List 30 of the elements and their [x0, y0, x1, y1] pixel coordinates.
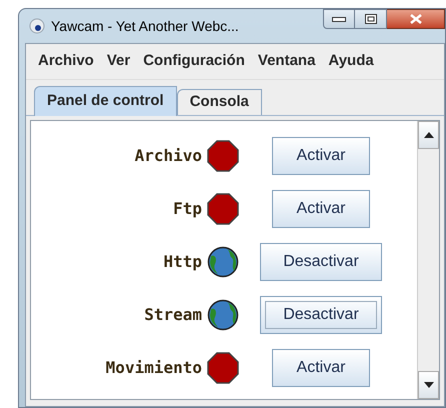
scroll-down-button[interactable]: [418, 371, 439, 399]
service-label: Http: [162, 250, 203, 272]
toggle-button[interactable]: Activar: [272, 190, 370, 228]
maximize-icon: [364, 14, 376, 24]
menu-item[interactable]: Ver: [106, 50, 130, 73]
tab[interactable]: Consola: [176, 89, 262, 115]
toggle-button[interactable]: Activar: [272, 136, 370, 174]
window-title: Yawcam - Yet Another Webc...: [51, 16, 239, 36]
service-label: Stream: [143, 304, 203, 326]
menu-item[interactable]: Ventana: [258, 50, 316, 73]
service-label: Ftp: [172, 198, 203, 220]
menu-item[interactable]: Archivo: [38, 50, 94, 73]
toggle-button[interactable]: Desactivar: [260, 296, 382, 334]
toggle-button[interactable]: Activar: [272, 348, 370, 386]
menu-item[interactable]: Ayuda: [328, 50, 374, 73]
down-arrow-icon: [424, 382, 434, 388]
scroll-up-button[interactable]: [418, 121, 439, 149]
app-icon: [29, 18, 45, 34]
minimize-button[interactable]: [323, 9, 355, 29]
menu-item[interactable]: Configuración: [143, 50, 245, 73]
service-label: Movimiento: [104, 356, 203, 378]
minimize-icon: [332, 16, 346, 22]
scrollbar[interactable]: [417, 121, 439, 399]
service-label: Archivo: [134, 144, 203, 166]
up-arrow-icon: [424, 132, 434, 138]
tab[interactable]: Panel de control: [34, 86, 177, 116]
toggle-button[interactable]: Desactivar: [260, 242, 382, 280]
close-icon: [410, 14, 422, 24]
close-button[interactable]: [387, 9, 445, 29]
maximize-button[interactable]: [355, 9, 387, 29]
